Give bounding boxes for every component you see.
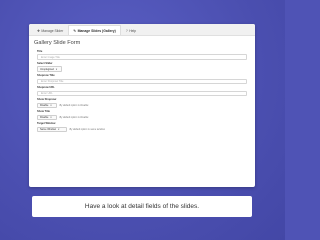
gallery-slide-form: Gallery Slide Form Title Enter Image Tit… [29,36,255,138]
tab-manage-slides[interactable]: ✎ Manage Slides (Gallery) [68,25,121,35]
caption-text: Have a look at detail fields of the slid… [84,203,200,210]
select-slider-value: Unsplugined [40,67,54,71]
admin-panel: ✚ Manage Slider ✎ Manage Slides (Gallery… [29,24,255,187]
target-window-value: Same Window [40,128,57,132]
shopnow-title-group: Shopnow Title Enter Shopnow Title [37,74,251,85]
tab-manage-slider[interactable]: ✚ Manage Slider [32,25,68,35]
show-title-group: Show Title Disable ▾ By default option i… [37,110,251,121]
show-title-dropdown[interactable]: Disable ▾ [37,114,57,121]
tab-label: Manage Slides (Gallery) [77,28,116,33]
target-window-label: Target Window [37,122,56,126]
tab-label: Help [129,28,137,33]
title-field-group: Title Enter Image Title [37,50,251,60]
select-slider-dropdown[interactable]: Unsplugined ▾ [37,66,62,72]
chevron-down-icon: ▾ [50,116,52,120]
tab-bar: ✚ Manage Slider ✎ Manage Slides (Gallery… [29,24,255,36]
shopnow-title-input[interactable]: Enter Shopnow Title [37,78,247,85]
shopnow-url-label: Shopnow URL [37,86,55,90]
show-title-value: Disable [40,116,49,120]
shopnow-url-group: Shopnow URL Enter URL [37,86,251,97]
chevron-down-icon: ▾ [55,67,58,71]
target-window-hint: By default option is same window [69,128,105,132]
target-window-dropdown[interactable]: Same Window ▾ [37,126,67,133]
target-window-group: Target Window Same Window ▾ By default o… [37,122,251,133]
shopnow-title-label: Shopnow Title [37,74,55,78]
shopnow-url-input[interactable]: Enter URL [37,90,247,97]
select-slider-group: Select Slider Unsplugined ▾ [37,62,251,72]
chevron-down-icon: ▾ [58,128,60,132]
plus-icon: ✚ [37,28,40,33]
edit-icon: ✎ [73,28,77,33]
help-icon: ? [125,28,128,33]
form-title: Gallery Slide Form [34,40,81,46]
show-shopnow-value: Disable [40,103,49,107]
show-title-hint: By default option is Disable [59,116,89,120]
tab-label: Manage Slider [41,28,64,33]
tab-help[interactable]: ? Help [121,25,141,35]
show-shopnow-dropdown[interactable]: Disable ▾ [37,102,57,109]
show-shopnow-group: Show Shopnow Disable ▾ By default option… [37,98,251,109]
select-slider-label: Select Slider [37,62,53,66]
title-input[interactable]: Enter Image Title [37,54,247,60]
show-shopnow-hint: By default option is Disable [59,103,89,107]
show-title-label: Show Title [37,110,50,114]
show-shopnow-label: Show Shopnow [37,98,57,102]
caption-banner: Have a look at detail fields of the slid… [32,196,252,217]
chevron-down-icon: ▾ [50,103,52,107]
title-label: Title [37,50,43,53]
